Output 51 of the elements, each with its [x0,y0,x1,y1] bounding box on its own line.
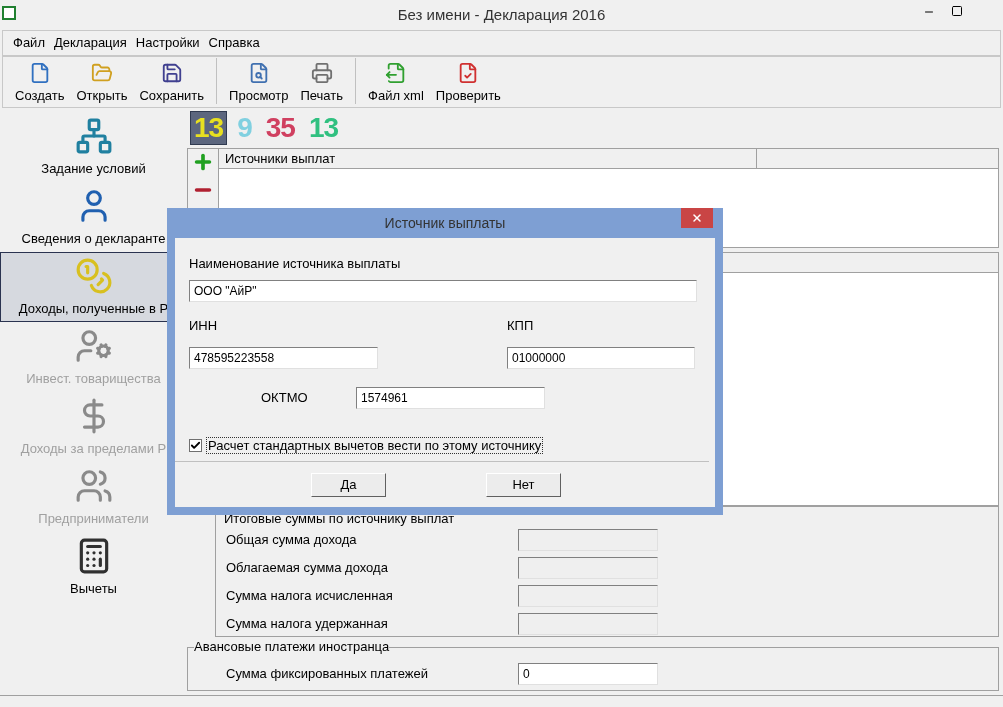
field-label: ИНН [189,316,219,335]
field-label: КПП [507,316,535,335]
total-field[interactable] [518,529,658,551]
total-field[interactable] [518,585,658,607]
add-icon[interactable] [192,151,214,173]
toolbar-button[interactable]: Сохранить [133,61,211,105]
menu-item[interactable]: Декларация [53,33,127,53]
rate-button[interactable]: 13 [190,111,228,145]
dialog-title: Источник выплаты [384,213,506,233]
coins-icon [74,256,113,295]
oktmo-field[interactable]: 1574961 [356,387,545,409]
kpp-field[interactable]: 01000000 [507,347,695,369]
total-field[interactable] [518,557,658,579]
maximize-icon[interactable] [951,5,963,17]
field-label: Сумма фиксированных платежей [226,665,429,684]
field-label: Наименование источника выплаты [189,255,402,273]
dialog-button[interactable]: Нет [486,472,561,497]
field-label: Облагаемая сумма дохода [226,559,389,578]
amount-field[interactable]: 0 [518,663,658,685]
toolbar-button[interactable]: Файл xml [362,61,430,105]
printer-icon [310,61,333,84]
toolbar-button[interactable]: Просмотр [223,61,295,105]
menu-item[interactable]: Справка [208,33,260,53]
field-label: Сумма налога удержанная [226,615,389,634]
toolbar-button[interactable]: Открыть [70,61,134,105]
app-icon [2,6,16,20]
name-field[interactable]: ООО "АйР" [189,279,697,302]
close-icon [691,212,703,224]
dialog-button[interactable]: Да [311,472,386,497]
toolbar-button[interactable]: Создать [9,61,71,105]
field-label: ОКТМО [261,389,309,408]
checkbox[interactable] [189,439,202,452]
sidebar-item[interactable]: Вычеты [0,532,187,602]
menu-item[interactable]: Настройки [135,33,200,53]
folder-icon [90,61,113,84]
field-label: Сумма налога исчисленная [226,587,394,606]
sidebar-item[interactable]: Задание условий [0,112,187,182]
total-field[interactable] [518,613,658,635]
toolbar-button[interactable]: Печать [294,61,350,105]
group-title: Авансовые платежи иностранца [194,639,390,655]
rate-button[interactable]: 35 [261,111,299,145]
window-title: Без имени - Декларация 2016 [397,4,606,25]
checkbox-label[interactable]: Расчет стандартных вычетов вести по этому источнику [206,437,544,454]
inn-field[interactable]: 478595223558 [189,347,378,369]
field-label: Общая сумма дохода [226,531,358,550]
document-arrow-icon [384,61,407,84]
toolbar-button[interactable]: Проверить [429,61,507,105]
menu-item[interactable]: Файл [13,33,45,53]
close-button[interactable] [681,208,713,228]
sidebar-item[interactable]: Сведения о декларанте [0,182,187,252]
tree-icon [74,116,113,155]
